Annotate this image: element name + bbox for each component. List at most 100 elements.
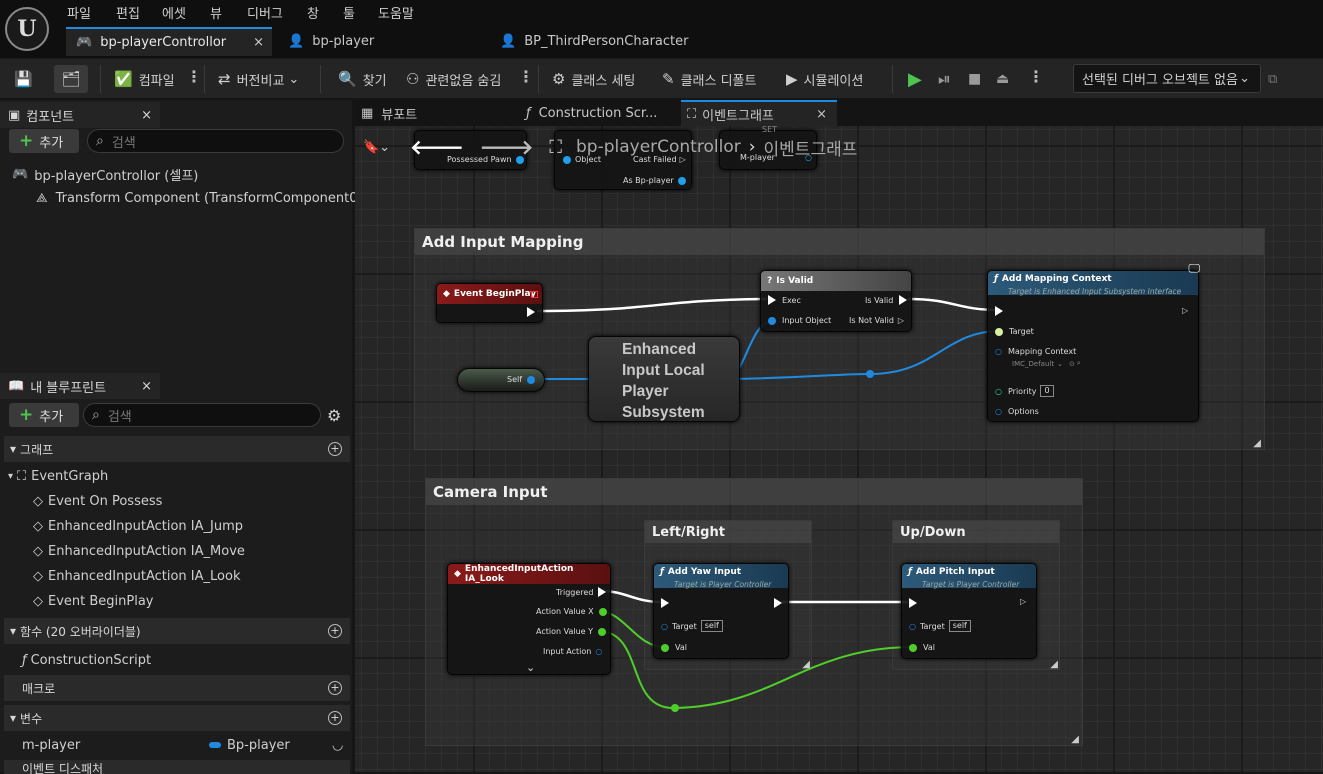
event-item[interactable]: ◇ Event BeginPlay [33,589,154,613]
target-input[interactable]: self [700,620,723,632]
event-item[interactable]: ◇ EnhancedInputAction IA_Jump [33,514,243,538]
close-icon[interactable]: × [816,107,827,122]
menu-edit[interactable]: 편집 [116,3,140,22]
resize-handle-icon[interactable]: ◢ [802,659,810,670]
add-variable-icon[interactable]: + [328,711,342,725]
add-component-button[interactable]: + 추가 [9,129,79,153]
is-valid-node[interactable]: ? Is Valid Exec Is Valid Input Object Is … [760,270,912,332]
bookmark-icon[interactable]: 🔖⌄ [363,140,390,155]
exec-in-pin[interactable] [661,598,669,608]
pin-val[interactable]: Val [909,643,935,652]
play-options-icon[interactable]: ⋮ [1028,67,1044,86]
menu-asset[interactable]: 에셋 [162,3,186,22]
close-icon[interactable]: × [141,379,152,394]
simulation-button[interactable]: ▶ 시뮬레이션 [786,67,863,91]
breadcrumb-graph[interactable]: 이벤트그래프 [764,135,858,160]
add-yaw-input-node[interactable]: ƒ Add Yaw Input Target is Player Controll… [653,563,810,670]
tab-event-graph[interactable]: ⛶ 이벤트그래프 × [681,100,837,126]
tab-bp-playercontrollor[interactable]: 🎮 bp-playerControllor × [66,27,272,56]
add-mapping-context-node[interactable]: ƒ Add Mapping Context Target is Enhanced … [987,261,1200,422]
exec-in-pin[interactable] [909,598,917,608]
priority-input[interactable]: 0 [1040,385,1054,397]
event-graph-canvas[interactable]: Possessed Pawn Object Cast Failed ▷ As Bp… [355,100,1323,772]
tab-viewport[interactable]: ▦ 뷰포트 [355,100,515,126]
menu-file[interactable]: 파일 [67,3,91,22]
class-defaults-button[interactable]: ✎ 클래스 디폴트 [662,67,756,91]
save-button[interactable]: 💾 [14,67,39,91]
variable-item[interactable]: m-player Bp-player ◡ [22,733,348,757]
pin-exec[interactable]: Exec [768,295,801,305]
pin-self[interactable]: Self [507,375,536,384]
construction-script-item[interactable]: ƒ ConstructionScript [22,648,151,672]
unreal-logo-icon[interactable]: U [5,7,49,51]
enhanced-input-subsystem-node[interactable]: Enhanced Input Local Player Subsystem [588,336,740,422]
resize-handle-icon[interactable]: ◢ [1050,659,1058,670]
close-icon[interactable]: × [253,35,264,50]
menu-debug[interactable]: 디버그 [247,3,283,22]
browse-button[interactable]: 🗂 [54,65,88,93]
expand-chevron-icon[interactable]: ⌄ [526,661,535,674]
menu-window[interactable]: 창 [307,3,319,22]
pin-mapping-context[interactable]: ○ Mapping Context [995,347,1076,356]
forward-arrow-icon[interactable]: 🡒 [480,135,534,159]
self-node[interactable]: Self [457,368,545,392]
eye-icon[interactable]: ◡ [332,738,343,753]
stop-icon[interactable]: ■ [968,67,981,91]
blueprint-search-input[interactable]: ⌕ 검색 [83,403,321,427]
component-search-input[interactable]: ⌕ 검색 [87,129,344,153]
close-icon[interactable]: × [141,108,152,123]
compile-button[interactable]: ✅ 컴파일 [114,67,175,91]
class-settings-button[interactable]: ⚙ 클래스 세팅 [552,67,635,91]
event-beginplay-node[interactable]: ◆ Event BeginPlay [436,283,543,323]
diff-button[interactable]: ⇄ 버전비교 ⌄ [218,67,299,91]
exec-in-pin[interactable] [995,306,1003,316]
pin-val[interactable]: Val [661,643,687,652]
menu-help[interactable]: 도움말 [378,3,414,22]
play-icon[interactable]: ▶ [908,67,922,91]
step-icon[interactable]: ⏯ [938,67,951,91]
pin-input-object[interactable]: Input Object [768,316,831,325]
exec-out-pin[interactable]: ▷ [1020,597,1026,606]
add-graph-icon[interactable]: + [328,442,342,456]
ia-look-node[interactable]: ◆ EnhancedInputAction IA_Look Triggered A… [447,563,611,675]
pin-target[interactable]: Target [995,327,1034,336]
exec-out-pin[interactable]: ▷ [1182,306,1188,315]
component-root[interactable]: 🎮 bp-playerControllor (셀프) [12,162,198,186]
graphs-section[interactable]: ▾ 그래프 + [4,436,350,462]
target-input[interactable]: self [948,620,971,632]
tab-construction-script[interactable]: ƒ Construction Scr... [520,100,675,126]
macros-section[interactable]: 매크로 + [4,675,350,701]
event-graph-item[interactable]: ▾ ⛶ EventGraph [8,464,108,488]
event-item[interactable]: ◇ Event On Possess [33,489,162,513]
pin-target[interactable]: ○ Target self [909,620,971,632]
tab-bp-player[interactable]: 👤 bp-player [278,27,478,56]
variables-section[interactable]: ▾ 변수 + [4,705,350,731]
hide-unrelated-button[interactable]: ⚇ 관련없음 숨김 [406,67,501,91]
add-blueprint-item-button[interactable]: + 추가 [9,403,79,427]
pin-action-value-y[interactable]: Action Value Y [536,627,606,636]
pin-is-not-valid[interactable]: Is Not Valid ▷ [849,316,904,325]
pin-input-action[interactable]: Input Action ○ [543,647,602,656]
exec-out-pin[interactable] [774,598,782,608]
tab-bp-thirdpersoncharacter[interactable]: 👤 BP_ThirdPersonCharacter [490,27,710,56]
mapping-context-select[interactable]: IMC_Default ⌄ ⊙ ⌕ [1012,359,1081,368]
compile-options-icon[interactable]: ⋮ [186,67,202,86]
add-pitch-input-node[interactable]: ƒ Add Pitch Input Target is Player Contro… [901,563,1058,670]
menu-tools[interactable]: 툴 [343,3,355,22]
pin-options[interactable]: ○ Options [995,407,1039,416]
pin-target[interactable]: ○ Target self [661,620,723,632]
breadcrumb-blueprint[interactable]: bp-playerControllor [576,137,741,157]
pin-action-value-x[interactable]: Action Value X [536,607,607,616]
back-arrow-icon[interactable]: 🡐 [410,135,464,159]
menu-view[interactable]: 뷰 [210,3,222,22]
pin-triggered[interactable]: Triggered [556,587,607,597]
add-macro-icon[interactable]: + [328,681,342,695]
component-transform[interactable]: ⟁ Transform Component (TransformComponent… [36,186,380,210]
event-item[interactable]: ◇ EnhancedInputAction IA_Move [33,539,245,563]
eject-icon[interactable]: ⏏ [996,67,1009,91]
exec-out-pin[interactable] [527,307,535,317]
debug-object-select[interactable]: 선택된 디버그 오브젝트 없음 ⌄ [1073,64,1261,93]
browse-icon[interactable]: ⊙ [1069,360,1075,368]
functions-section[interactable]: ▾ 함수 (20 오버라이더블) + [4,618,350,644]
event-item[interactable]: ◇ EnhancedInputAction IA_Look [33,564,240,588]
